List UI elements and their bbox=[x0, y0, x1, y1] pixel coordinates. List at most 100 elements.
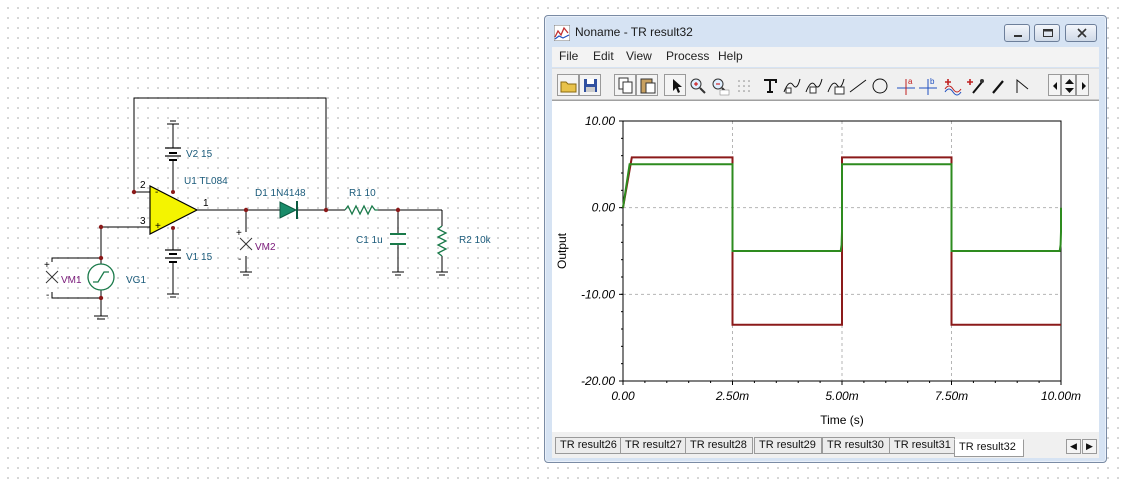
tab-scroll-right-button[interactable]: ▶ bbox=[1082, 439, 1097, 454]
text-button[interactable] bbox=[758, 74, 780, 96]
curve-marker-button[interactable] bbox=[780, 74, 802, 96]
pin-2-label: 2 bbox=[140, 180, 146, 191]
pen-button[interactable] bbox=[986, 74, 1008, 96]
paste-icon bbox=[640, 78, 656, 94]
diode-d1 bbox=[279, 201, 298, 219]
app-icon bbox=[554, 25, 570, 41]
label-u1: U1 TL084 bbox=[184, 176, 228, 187]
menu-edit[interactable]: Edit bbox=[593, 49, 614, 63]
triangle-left-icon: ◀ bbox=[1070, 441, 1077, 451]
curve-table-button[interactable] bbox=[824, 74, 846, 96]
spin-updown-icon bbox=[1065, 79, 1074, 93]
zoom-in-button[interactable] bbox=[686, 74, 708, 96]
chevron-right-icon bbox=[1082, 82, 1086, 90]
tab-tr-result28[interactable]: TR result28 bbox=[685, 437, 753, 454]
x-tick-label: 2.50m bbox=[715, 389, 749, 403]
angle-button[interactable] bbox=[1010, 74, 1032, 96]
tab-tr-result31[interactable]: TR result31 bbox=[889, 437, 955, 454]
result-tab-bar: TR result26 TR result27 TR result28 TR r… bbox=[552, 432, 1099, 458]
label-vm2: VM2 bbox=[255, 242, 276, 253]
line-icon bbox=[849, 79, 867, 93]
grid-button[interactable] bbox=[732, 74, 754, 96]
battery-v1 bbox=[165, 249, 181, 263]
curve-table-icon bbox=[827, 78, 845, 95]
circle-button[interactable] bbox=[868, 74, 890, 96]
zoom-100-button[interactable] bbox=[708, 74, 730, 96]
output-chart[interactable]: 0.00 2.50m 5.00m 7.50m 10.00m 10.00 0.00 -10.00… bbox=[552, 101, 1099, 433]
open-folder-icon bbox=[560, 81, 577, 93]
menu-process[interactable]: Process bbox=[666, 49, 709, 63]
y-tick-label: -20.00 bbox=[581, 374, 615, 388]
tab-tr-result30[interactable]: TR result30 bbox=[822, 437, 890, 454]
ground-symbols bbox=[94, 120, 448, 320]
voltmeter-vm2 bbox=[239, 237, 253, 251]
chart-series bbox=[622, 156, 1062, 326]
select-button[interactable] bbox=[664, 74, 686, 96]
voltmeter-vm1 bbox=[45, 270, 59, 284]
paste-button[interactable] bbox=[636, 74, 658, 96]
vm2-plus: + bbox=[236, 228, 242, 239]
vm1-plus: + bbox=[44, 260, 50, 271]
plot-area[interactable]: 0.00 2.50m 5.00m 7.50m 10.00m 10.00 0.00 -10.00… bbox=[552, 100, 1099, 433]
cursor-b-button[interactable]: b bbox=[916, 74, 938, 96]
waveform-dropper-icon bbox=[967, 79, 984, 94]
waveform-add-icon bbox=[944, 79, 962, 96]
opamp-minus: - bbox=[155, 187, 158, 198]
battery-v2 bbox=[165, 147, 181, 161]
pin-3-label: 3 bbox=[140, 216, 146, 227]
maximize-button[interactable] bbox=[1034, 24, 1060, 42]
menu-help[interactable]: Help bbox=[718, 49, 743, 63]
line-button[interactable] bbox=[846, 74, 868, 96]
copy-button[interactable] bbox=[614, 74, 636, 96]
label-d1: D1 1N4148 bbox=[255, 188, 306, 199]
tab-tr-result26[interactable]: TR result26 bbox=[555, 437, 621, 454]
tab-tr-result29[interactable]: TR result29 bbox=[754, 437, 822, 454]
x-tick-label: 5.00m bbox=[825, 389, 858, 403]
toolbar-scroll-right[interactable] bbox=[1076, 74, 1089, 96]
y-tick-label: 10.00 bbox=[585, 114, 615, 128]
cursor-b-icon: b bbox=[919, 77, 937, 95]
y-tick-label: -10.00 bbox=[581, 287, 615, 301]
cursor-a-button[interactable]: a bbox=[894, 74, 916, 96]
toolbar-spin[interactable] bbox=[1061, 74, 1076, 96]
title-bar[interactable]: Noname - TR result32 bbox=[545, 16, 1106, 48]
copy-icon bbox=[618, 77, 633, 94]
curve-label-icon bbox=[805, 78, 823, 94]
menu-file[interactable]: File bbox=[559, 49, 578, 63]
minimize-icon bbox=[1014, 35, 1022, 37]
svg-text:b: b bbox=[930, 77, 935, 86]
save-button[interactable] bbox=[579, 74, 601, 96]
minimize-button[interactable] bbox=[1004, 24, 1030, 42]
grid-icon bbox=[738, 80, 750, 92]
toolbar-scroll-left[interactable] bbox=[1048, 74, 1061, 96]
menu-view[interactable]: View bbox=[626, 49, 652, 63]
circle-icon bbox=[872, 78, 888, 94]
open-button[interactable] bbox=[557, 74, 579, 96]
curve-label-button[interactable] bbox=[802, 74, 824, 96]
tab-tr-result32[interactable]: TR result32 bbox=[954, 439, 1024, 457]
label-r1: R1 10 bbox=[349, 188, 376, 199]
pin-1-label: 1 bbox=[203, 198, 209, 209]
close-button[interactable] bbox=[1065, 24, 1097, 42]
tab-scroll-left-button[interactable]: ◀ bbox=[1066, 439, 1081, 454]
waveform-dropper-button[interactable] bbox=[964, 74, 986, 96]
curve-marker-icon bbox=[783, 78, 801, 94]
y-tick-label: 0.00 bbox=[592, 201, 616, 215]
svg-text:a: a bbox=[908, 77, 913, 86]
triangle-right-icon: ▶ bbox=[1086, 441, 1093, 451]
x-tick-label: 0.00 bbox=[611, 389, 635, 403]
vm1-minus: - bbox=[46, 290, 49, 301]
text-icon bbox=[764, 79, 777, 93]
close-icon bbox=[1077, 28, 1087, 38]
maximize-icon bbox=[1043, 29, 1053, 37]
input-wire bbox=[100, 226, 150, 262]
x-axis-label: Time (s) bbox=[820, 413, 864, 427]
label-v1: V1 15 bbox=[186, 252, 213, 263]
tab-tr-result27[interactable]: TR result27 bbox=[620, 437, 686, 454]
result-window: Noname - TR result32 File Edit View Proc… bbox=[544, 15, 1107, 463]
window-title: Noname - TR result32 bbox=[575, 25, 693, 39]
waveform-add-button[interactable] bbox=[942, 74, 964, 96]
resistor-r2 bbox=[436, 225, 448, 257]
label-c1: C1 1u bbox=[356, 235, 383, 246]
label-r2: R2 10k bbox=[459, 235, 492, 246]
